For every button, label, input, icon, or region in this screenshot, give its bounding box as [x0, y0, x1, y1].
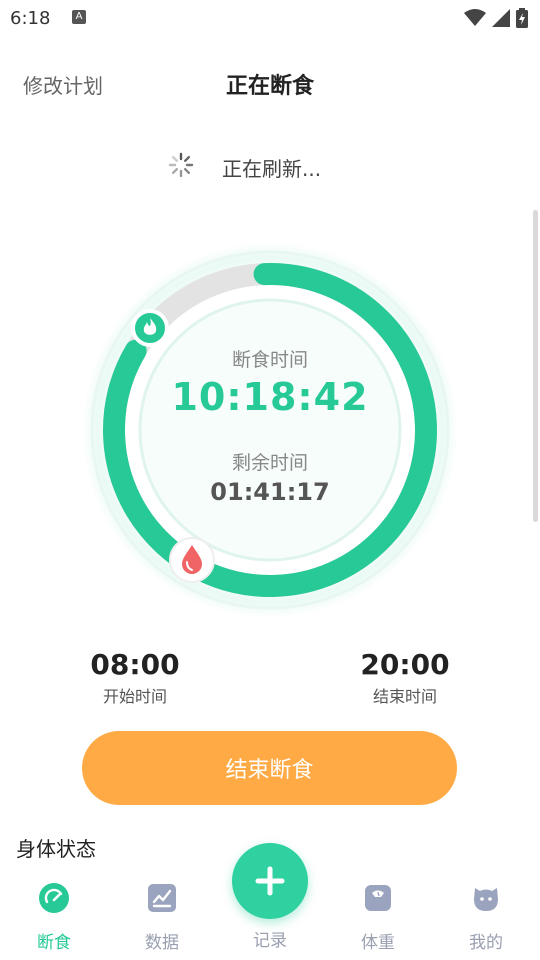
- blood-drop-marker-icon: [169, 537, 215, 583]
- wifi-icon: [464, 9, 486, 26]
- chart-icon: [148, 884, 176, 912]
- end-time-label: 结束时间: [372, 687, 437, 706]
- refresh-text: 正在刷新...: [222, 157, 322, 181]
- add-record-button[interactable]: [232, 843, 308, 919]
- notification-a-icon: A: [72, 10, 86, 24]
- flame-marker-icon: [131, 309, 169, 347]
- status-time: 6:18: [10, 8, 51, 29]
- fasting-time-label: 断食时间: [231, 349, 308, 371]
- refresh-indicator: 正在刷新...: [0, 150, 540, 182]
- tab-weight-label: 体重: [361, 933, 395, 953]
- tab-fasting[interactable]: 断食: [14, 882, 94, 953]
- page-title: 正在断食: [225, 74, 314, 99]
- scale-icon: [365, 885, 391, 911]
- tab-record-label[interactable]: 记录: [230, 926, 310, 951]
- signal-icon: [492, 9, 510, 27]
- start-time-value: 08:00: [90, 648, 180, 681]
- fasting-time-value: 10:18:42: [171, 375, 369, 419]
- tab-mine-label: 我的: [469, 933, 503, 953]
- tab-fasting-label: 断食: [37, 933, 71, 953]
- face-icon: [474, 888, 498, 911]
- end-time-value: 20:00: [360, 648, 450, 681]
- body-status-title: 身体状态: [16, 837, 96, 861]
- end-fasting-button[interactable]: 结束断食: [82, 731, 457, 805]
- loading-spinner-icon: [168, 152, 194, 178]
- status-bar: 6:18 A: [0, 0, 540, 36]
- battery-icon: [516, 8, 528, 28]
- start-time-block: 08:00 开始时间: [65, 648, 205, 707]
- gauge-icon: [39, 883, 69, 913]
- tab-data[interactable]: 数据: [122, 882, 202, 953]
- end-time-block: 20:00 结束时间: [335, 648, 475, 707]
- remaining-time-value: 01:41:17: [210, 478, 330, 506]
- tab-mine[interactable]: 我的: [446, 882, 526, 953]
- status-right: [464, 8, 528, 28]
- start-time-label: 开始时间: [102, 687, 167, 706]
- remaining-time-label: 剩余时间: [231, 452, 308, 474]
- tab-data-label: 数据: [145, 933, 179, 953]
- tab-weight[interactable]: 体重: [338, 882, 418, 953]
- fasting-progress-dial: [82, 242, 458, 618]
- dial-inner-face: [138, 298, 402, 562]
- plus-icon: [255, 866, 285, 896]
